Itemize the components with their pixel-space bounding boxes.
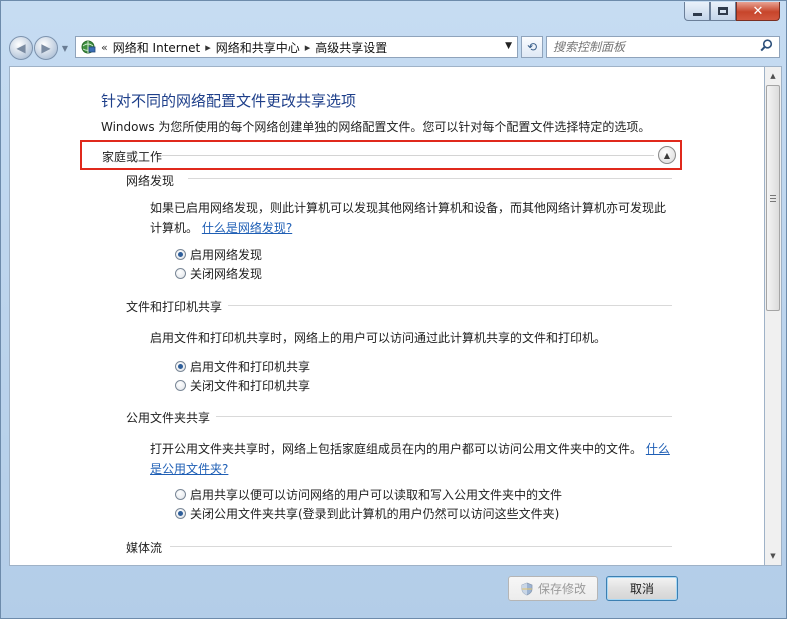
shield-icon [520, 582, 534, 596]
refresh-icon: ⟲ [526, 40, 538, 54]
address-dropdown-icon[interactable]: ▼ [505, 41, 512, 51]
radio-button[interactable] [175, 268, 186, 279]
close-button[interactable]: ✕ [736, 2, 780, 21]
public-folder-sharing-description: 打开公用文件夹共享时，网络上包括家庭组成员在内的用户都可以访问公用文件夹中的文件… [150, 439, 670, 479]
window: ✕ ◀ ▶ ▼ « 网络和 Internet ▸ 网络和共享中心 ▸ 高级共享设… [0, 0, 787, 619]
breadcrumb-chevron-icon[interactable]: ▸ [305, 41, 311, 54]
breadcrumb-item-sharing-center[interactable]: 网络和共享中心 [216, 39, 300, 56]
divider [216, 416, 672, 417]
save-changes-button[interactable]: 保存修改 [508, 576, 598, 601]
network-center-icon [80, 39, 96, 55]
divider [170, 546, 672, 547]
section-heading-text: 网络发现 [126, 174, 175, 188]
what-is-public-folder-link[interactable]: 什么 [646, 442, 670, 456]
close-icon: ✕ [752, 3, 764, 19]
radio-label: 关闭公用文件夹共享(登录到此计算机的用户仍然可以访问这些文件夹) [190, 507, 560, 521]
profile-label: 家庭或工作 [102, 148, 163, 165]
scrollbar-thumb[interactable] [766, 85, 780, 311]
profile-header-home-work[interactable]: 家庭或工作 ▲ [80, 140, 682, 170]
cancel-button-label: 取消 [629, 582, 654, 596]
breadcrumb-overflow[interactable]: « [101, 41, 108, 54]
divider [188, 178, 672, 179]
navigation-bar: ◀ ▶ ▼ « 网络和 Internet ▸ 网络和共享中心 ▸ 高级共享设置 … [9, 34, 780, 62]
page-title: 针对不同的网络配置文件更改共享选项 [101, 92, 357, 110]
maximize-button[interactable] [710, 2, 736, 21]
section-heading-media-streaming: 媒体流 [126, 539, 162, 556]
radio-label: 关闭文件和打印机共享 [190, 379, 311, 393]
chevron-up-icon: ▲ [663, 150, 671, 160]
radio-button[interactable] [175, 489, 186, 500]
chevron-down-icon: ▼ [61, 43, 69, 53]
what-is-public-folder-link[interactable]: 是公用文件夹? [150, 462, 228, 476]
radio-label: 启用文件和打印机共享 [190, 360, 311, 374]
radio-button-selected[interactable] [175, 249, 186, 260]
radio-disable-public-folder-sharing[interactable]: 关闭公用文件夹共享(登录到此计算机的用户仍然可以访问这些文件夹) [175, 505, 559, 522]
minimize-button[interactable] [684, 2, 710, 21]
description-line: 如果已启用网络发现，则此计算机可以发现其他网络计算机和设备，而其他网络计算机亦可… [150, 201, 667, 215]
radio-label: 启用网络发现 [190, 248, 263, 262]
maximize-icon [718, 7, 728, 15]
minimize-icon [692, 12, 702, 16]
collapse-button[interactable]: ▲ [658, 146, 676, 164]
scroll-up-icon[interactable]: ▲ [765, 68, 781, 84]
radio-label: 关闭网络发现 [190, 267, 263, 281]
radio-button-selected[interactable] [175, 508, 186, 519]
breadcrumb-item-network-internet[interactable]: 网络和 Internet [113, 39, 200, 56]
scroll-down-icon[interactable]: ▼ [765, 548, 781, 564]
radio-button-selected[interactable] [175, 361, 186, 372]
section-heading-network-discovery: 网络发现 [126, 172, 672, 189]
section-heading-text: 公用文件夹共享 [126, 411, 211, 425]
description-line: 启用文件和打印机共享时，网络上的用户可以访问通过此计算机共享的文件和打印机。 [150, 331, 607, 345]
search-icon[interactable] [760, 38, 773, 56]
cancel-button[interactable]: 取消 [606, 576, 678, 601]
what-is-network-discovery-link[interactable]: 什么是网络发现? [202, 221, 292, 235]
save-button-label: 保存修改 [537, 582, 586, 596]
divider [102, 155, 654, 156]
description-line: 打开公用文件夹共享时，网络上包括家庭组成员在内的用户都可以访问公用文件夹中的文件… [150, 442, 643, 456]
recent-pages-dropdown[interactable]: ▼ [59, 44, 71, 53]
back-button[interactable]: ◀ [9, 36, 33, 60]
search-input[interactable] [553, 40, 753, 54]
radio-enable-network-discovery[interactable]: 启用网络发现 [175, 246, 262, 263]
breadcrumb-chevron-icon[interactable]: ▸ [205, 41, 211, 54]
search-box[interactable] [546, 36, 780, 58]
divider [228, 305, 672, 306]
breadcrumb-item-advanced-sharing[interactable]: 高级共享设置 [315, 39, 387, 56]
grip-icon [770, 194, 776, 202]
radio-label: 启用共享以便可以访问网络的用户可以读取和写入公用文件夹中的文件 [190, 488, 563, 502]
section-heading-text: 文件和打印机共享 [126, 300, 223, 314]
description-line: 计算机。 [150, 221, 199, 235]
vertical-scrollbar[interactable]: ▲ ▼ [765, 66, 782, 566]
section-heading-file-printer-sharing: 文件和打印机共享 [126, 298, 222, 315]
section-heading-public-folder-sharing: 公用文件夹共享 [126, 409, 210, 426]
refresh-button[interactable]: ⟲ [521, 36, 543, 58]
caption-buttons: ✕ [684, 2, 780, 21]
radio-enable-public-folder-sharing[interactable]: 启用共享以便可以访问网络的用户可以读取和写入公用文件夹中的文件 [175, 486, 562, 503]
page-description: Windows 为您所使用的每个网络创建单独的网络配置文件。您可以针对每个配置文… [101, 120, 651, 134]
forward-button[interactable]: ▶ [34, 36, 58, 60]
radio-disable-file-printer-sharing[interactable]: 关闭文件和打印机共享 [175, 377, 310, 394]
radio-disable-network-discovery[interactable]: 关闭网络发现 [175, 265, 262, 282]
radio-enable-file-printer-sharing[interactable]: 启用文件和打印机共享 [175, 358, 310, 375]
section-heading-text: 媒体流 [126, 541, 163, 555]
forward-arrow-icon: ▶ [41, 41, 51, 55]
address-bar[interactable]: « 网络和 Internet ▸ 网络和共享中心 ▸ 高级共享设置 ▼ [75, 36, 518, 58]
file-printer-sharing-description: 启用文件和打印机共享时，网络上的用户可以访问通过此计算机共享的文件和打印机。 [150, 328, 670, 348]
back-arrow-icon: ◀ [16, 41, 26, 55]
content-pane: 针对不同的网络配置文件更改共享选项 Windows 为您所使用的每个网络创建单独… [9, 66, 765, 566]
radio-button[interactable] [175, 380, 186, 391]
network-discovery-description: 如果已启用网络发现，则此计算机可以发现其他网络计算机和设备，而其他网络计算机亦可… [150, 198, 670, 238]
